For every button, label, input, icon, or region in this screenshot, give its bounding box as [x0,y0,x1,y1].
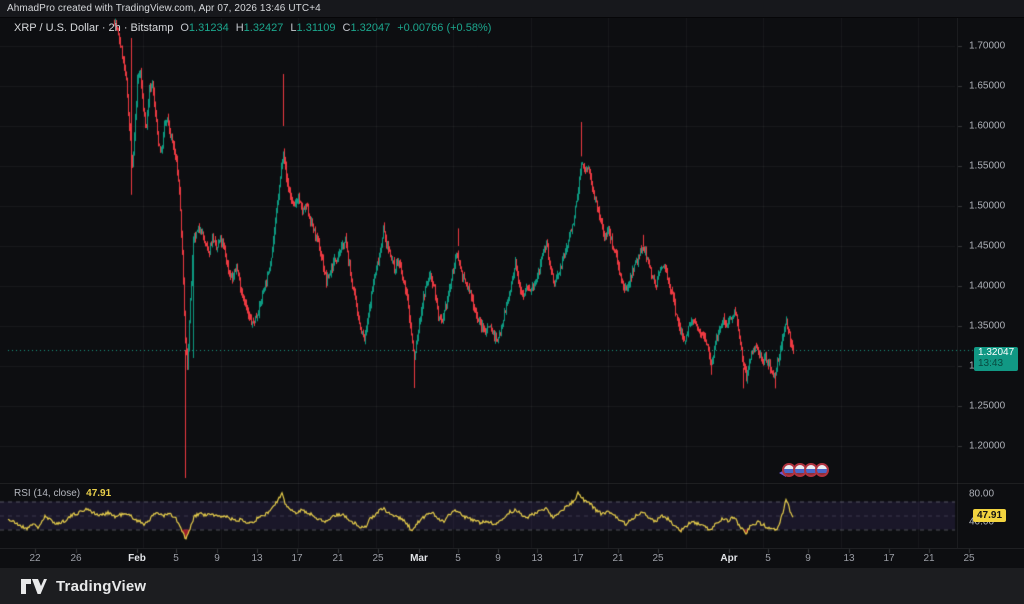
price-tick-label: 1.70000 [969,40,1006,52]
time-tick-label: 25 [963,553,975,564]
rsi-title[interactable]: RSI (14, close) [14,488,80,499]
price-tick-label: 1.40000 [969,280,1006,292]
rsi-axis-label-80: 80.00 [969,488,995,500]
tradingview-logo-text: TradingView [56,577,147,595]
attribution-text: AhmadPro created with TradingView.com, A… [7,3,321,14]
time-tick-label: 17 [883,553,895,564]
symbol-legend[interactable]: XRP / U.S. Dollar · 2h · Bitstamp O1.3123… [14,22,491,34]
time-tick-label: 13 [251,553,263,564]
price-tick-label: 1.35000 [969,320,1006,332]
time-tick-label: 26 [70,553,82,564]
time-tick-label: 9 [214,553,220,564]
price-tick-label: 1.55000 [969,160,1006,172]
high-label: H [235,22,244,34]
time-tick-label: Apr [720,553,738,564]
time-tick-label: 25 [652,553,664,564]
tradingview-brand[interactable]: TradingView [21,578,146,595]
time-tick-label: 13 [531,553,543,564]
rsi-value-badge: 47.91 [973,509,1007,522]
time-axis[interactable]: 22 26 Feb 5 9 13 17 21 25 Mar 5 9 13 17 21 25 Apr 5 9 13 17 2… [0,549,1015,568]
tradingview-snapshot: AhmadPro created with TradingView.com, A… [0,0,1024,604]
time-tick-label: 9 [805,553,811,564]
current-price-badge: 1.32047 13:43 [974,347,1019,371]
price-tick-label: 1.65000 [969,80,1006,92]
price-tick-label: 1.20000 [969,440,1006,452]
time-tick-label: 17 [572,553,584,564]
attribution-bar: AhmadPro created with TradingView.com, A… [0,0,1024,18]
low-value: 1.31109 [296,22,336,34]
time-tick-label: 13 [843,553,855,564]
price-tick-label: 1.25000 [969,400,1006,412]
time-tick-label: 9 [495,553,501,564]
time-tick-label: 5 [173,553,179,564]
price-tick-label: 1.45000 [969,240,1006,252]
open-label: O [180,22,189,34]
time-tick-label: 21 [612,553,624,564]
symbol-title[interactable]: XRP / U.S. Dollar · 2h · Bitstamp [14,22,173,34]
tradingview-logo-icon [21,578,47,594]
change-value: +0.00766 (+0.58%) [397,22,492,34]
price-chart-canvas[interactable] [0,0,1024,604]
time-tick-label: 21 [332,553,344,564]
emoji-sticker-group[interactable] [779,463,829,477]
time-tick-label: Feb [128,553,146,564]
time-tick-label: 5 [455,553,461,564]
high-value: 1.32427 [243,22,284,34]
rsi-legend[interactable]: RSI (14, close) 47.91 [14,488,111,499]
time-tick-label: 25 [372,553,384,564]
price-tick-label: 1.60000 [969,120,1006,132]
pane-separator[interactable] [0,483,1024,484]
current-price-time: 13:43 [978,358,1004,369]
time-tick-label: 21 [923,553,935,564]
open-value: 1.31234 [188,22,229,34]
price-axis[interactable]: 1.70000 1.65000 1.60000 1.55000 1.50000 1.450… [958,17,1024,548]
footer-bar: TradingView [0,568,1024,604]
time-tick-label: 5 [765,553,771,564]
time-tick-label: Mar [410,553,428,564]
rsi-value: 47.91 [86,488,112,499]
price-tick-label: 1.50000 [969,200,1006,212]
time-tick-label: 17 [291,553,303,564]
close-value: 1.32047 [350,22,391,34]
emoji-sticker-icon[interactable] [815,463,829,477]
time-tick-label: 22 [29,553,41,564]
current-price-value: 1.32047 [978,347,1015,358]
